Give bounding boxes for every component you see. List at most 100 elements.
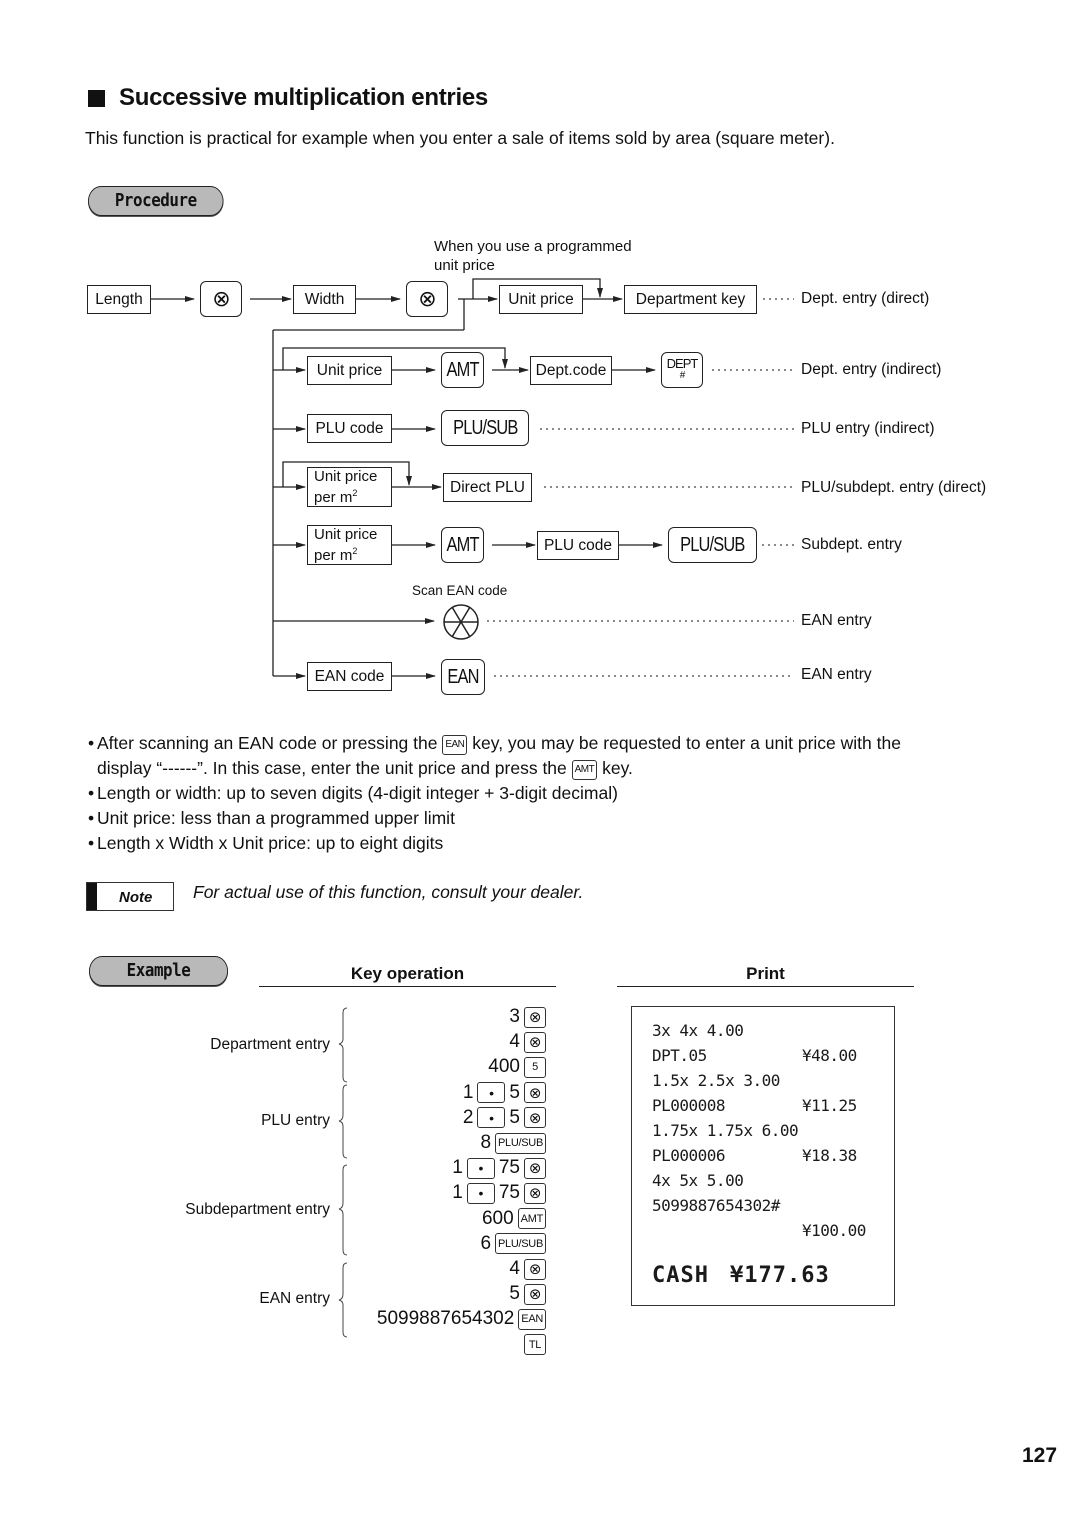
amt-key: AMT xyxy=(441,527,484,563)
key-operation-row: 2 • 5 ⊗ xyxy=(463,1106,546,1130)
brace-subdept xyxy=(338,1164,348,1256)
box-line: per m2 xyxy=(314,543,357,564)
brace-ean xyxy=(338,1262,348,1338)
key-digit: 75 xyxy=(498,1182,520,1204)
multiply-key: ⊗ xyxy=(524,1082,546,1104)
key-digit: 4 xyxy=(509,1258,520,1279)
direct-plu-box: Direct PLU xyxy=(443,473,532,502)
ean-key: EAN xyxy=(441,659,485,695)
box-line: Unit price xyxy=(314,526,378,543)
receipt-text: 3x 4x 4.00 xyxy=(652,1021,744,1040)
decimal-point-key: • xyxy=(477,1107,506,1129)
multiply-key: ⊗ xyxy=(524,1107,546,1129)
dept-code-box: Dept.code xyxy=(530,356,612,385)
plu-sub-key: PLU/SUB xyxy=(668,527,757,563)
amt-key: AMT xyxy=(517,1208,546,1230)
multiply-key: ⊗ xyxy=(406,281,448,317)
key-digit: 3 xyxy=(509,1006,520,1027)
example-badge: Example xyxy=(89,956,229,986)
multiply-key: ⊗ xyxy=(524,1283,546,1305)
width-box: Width xyxy=(293,285,356,314)
key-operation-row: 4 ⊗ xyxy=(509,1030,546,1054)
note-text: For actual use of this function, consult… xyxy=(193,882,584,902)
decimal-point-key: • xyxy=(466,1157,495,1179)
receipt-line: 1.75x 1.75x 6.00 xyxy=(652,1121,799,1140)
key-operation-row: 5 ⊗ xyxy=(509,1282,546,1306)
receipt-line: PL000006 ¥18.38 xyxy=(652,1146,857,1165)
amt-key-icon: AMT xyxy=(571,760,598,780)
plu-sub-key-label: PLU/SUB xyxy=(452,416,518,439)
ean-key-icon: EAN xyxy=(442,735,468,755)
amt-key-label: AMT xyxy=(446,533,479,556)
ean-key-label: EAN xyxy=(447,665,479,688)
multiply-key: ⊗ xyxy=(524,1182,546,1204)
bullet-text: key, you may be requested to enter a uni… xyxy=(467,733,901,753)
key-digit: 400 xyxy=(488,1056,520,1078)
department-key-box: Department key xyxy=(624,285,757,314)
receipt-amount: ¥18.38 xyxy=(802,1146,857,1165)
result-label: EAN entry xyxy=(801,612,872,629)
dept-hash-key: DEPT # xyxy=(661,352,703,388)
key-digit: 5 xyxy=(509,1081,520,1103)
note-line: When you use a programmed xyxy=(434,238,632,255)
dept-key-top: DEPT xyxy=(666,356,699,371)
receipt-text: DPT.05 xyxy=(652,1046,707,1065)
decimal-point-key: • xyxy=(477,1082,506,1104)
receipt-line: PL000008 ¥11.25 xyxy=(652,1096,857,1115)
note-label: Note xyxy=(119,889,153,906)
key-operation-row: 6 PLU/SUB xyxy=(480,1232,546,1256)
ean-code-box: EAN code xyxy=(307,662,392,691)
multiply-key: ⊗ xyxy=(200,281,242,317)
superscript: 2 xyxy=(352,546,358,556)
result-label: PLU/subdept. entry (direct) xyxy=(801,479,987,496)
key-operation-row: 600 AMT xyxy=(482,1207,546,1231)
key-operation-row: 1 • 75 ⊗ xyxy=(452,1181,546,1205)
notes-list: After scanning an EAN code or pressing t… xyxy=(88,731,988,856)
brace-plu xyxy=(338,1084,348,1159)
receipt-print: 3x 4x 4.00 DPT.05 ¥48.00 1.5x 2.5x 3.00 PL00… xyxy=(631,1006,895,1306)
result-label: PLU entry (indirect) xyxy=(801,420,935,437)
receipt-text: 1.75x 1.75x 6.00 xyxy=(652,1121,799,1140)
bullet-item: Length x Width x Unit price: up to eight… xyxy=(88,831,988,856)
multiply-key: ⊗ xyxy=(524,1006,546,1028)
receipt-amount: ¥100.00 xyxy=(802,1221,866,1240)
key-operation-row: 1 • 5 ⊗ xyxy=(463,1081,546,1105)
print-header: Print xyxy=(617,964,914,987)
receipt-amount: ¥48.00 xyxy=(802,1046,857,1065)
key-digit: 1 xyxy=(452,1182,463,1204)
decimal-point-key: • xyxy=(466,1182,495,1204)
plu-sub-key-label: PLU/SUB xyxy=(680,533,745,556)
bullet-text: key. xyxy=(597,758,633,778)
box-line: per m2 xyxy=(314,485,357,506)
result-label: Subdept. entry xyxy=(801,536,902,553)
multiply-key: ⊗ xyxy=(524,1031,546,1053)
key-operation-row: 5099887654302 EAN xyxy=(377,1307,546,1331)
multiply-key: ⊗ xyxy=(524,1258,546,1280)
result-label: Dept. entry (direct) xyxy=(801,290,930,307)
key-operation-row: 400 5 xyxy=(488,1055,546,1079)
key-digit: 1 xyxy=(462,1081,474,1103)
bullet-text: After scanning an EAN code or pressing t… xyxy=(97,733,443,753)
scanner-icon xyxy=(443,604,479,640)
dept-key-bottom: # xyxy=(679,370,685,381)
key-digit: 6 xyxy=(480,1232,492,1254)
plu-sub-key: PLU/SUB xyxy=(495,1132,546,1154)
receipt-text: 5099887654302# xyxy=(652,1196,780,1215)
receipt-text: PL000008 xyxy=(652,1096,726,1115)
note-line: unit price xyxy=(434,257,495,274)
scan-ean-label: Scan EAN code xyxy=(412,583,508,598)
key-operation-row: 1 • 75 ⊗ xyxy=(452,1156,546,1180)
group-label: EAN entry xyxy=(259,1290,330,1307)
result-label: EAN entry xyxy=(801,666,872,683)
plu-sub-key: PLU/SUB xyxy=(441,410,529,446)
key-digit: 4 xyxy=(509,1031,520,1053)
receipt-line: 3x 4x 4.00 xyxy=(652,1021,744,1040)
receipt-line: 4x 5x 5.00 xyxy=(652,1171,744,1190)
multiply-key: ⊗ xyxy=(524,1157,546,1179)
key-operation-header: Key operation xyxy=(259,964,556,987)
brace-department xyxy=(338,1007,348,1083)
unit-price-box: Unit price xyxy=(499,285,583,314)
note-bar xyxy=(87,883,97,910)
programmed-price-note: When you use a programmed unit price xyxy=(434,237,632,275)
per-m-text: per m xyxy=(314,489,353,506)
